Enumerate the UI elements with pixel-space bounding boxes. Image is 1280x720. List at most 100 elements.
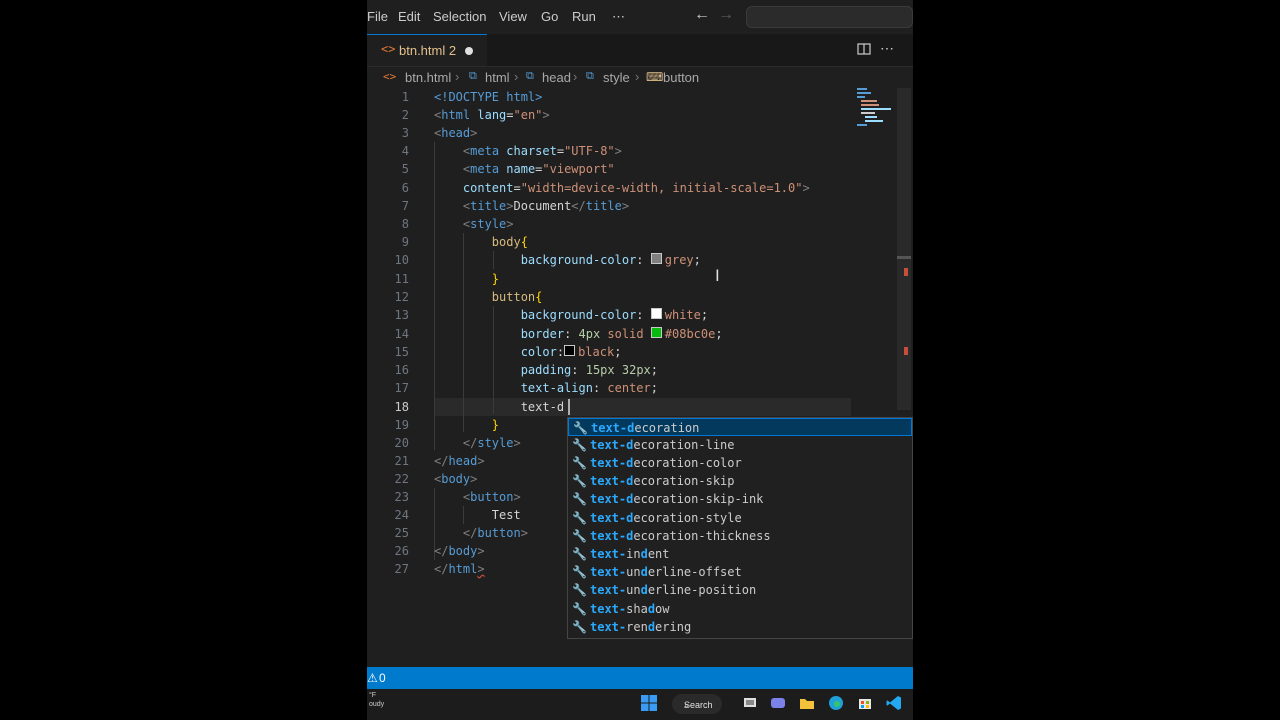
line-number: 27 xyxy=(394,562,409,576)
split-editor-icon[interactable] xyxy=(857,42,871,59)
code-line: </button> xyxy=(462,526,528,540)
code-line: </style> xyxy=(462,436,521,450)
code-line: <title>Document</title> xyxy=(462,199,630,213)
suggestion-item[interactable]: 🔧 text-decoration-thickness xyxy=(568,527,912,545)
code-line: body{ xyxy=(491,235,528,249)
wrench-icon: 🔧 xyxy=(572,583,587,597)
line-number: 18 xyxy=(394,400,409,414)
wrench-icon: 🔧 xyxy=(572,620,587,634)
line-number: 2 xyxy=(401,108,409,122)
suggestion-item[interactable]: 🔧 text-decoration-line xyxy=(568,436,912,454)
suggestion-item[interactable]: 🔧 text-decoration-style xyxy=(568,509,912,527)
code-line: button{ xyxy=(491,290,543,304)
menu-run[interactable]: Run xyxy=(572,9,596,24)
edge-browser-icon[interactable] xyxy=(827,694,847,714)
scroll-thumb[interactable] xyxy=(897,256,911,259)
code-line-active[interactable]: text-d xyxy=(434,398,564,416)
file-explorer-icon[interactable] xyxy=(798,694,818,714)
vscode-taskbar-icon[interactable] xyxy=(885,694,905,714)
wrench-icon: 🔧 xyxy=(573,421,588,435)
chevron-right-icon: › xyxy=(455,69,460,84)
code-line: padding: 15px 32px; xyxy=(520,363,659,377)
forward-arrow-icon[interactable]: → xyxy=(718,6,734,24)
code-line: <body> xyxy=(434,472,478,486)
breadcrumb-file[interactable]: btn.html xyxy=(405,70,451,85)
warning-count[interactable]: 0 xyxy=(379,671,386,685)
color-swatch[interactable] xyxy=(650,253,662,264)
line-number: 16 xyxy=(394,363,409,377)
back-arrow-icon[interactable]: ← xyxy=(694,6,710,24)
line-number: 23 xyxy=(394,490,409,504)
menu-edit[interactable]: Edit xyxy=(398,9,420,24)
autocomplete-suggestions: 🔧 text-decoration 🔧 text-decoration-line 🔧… xyxy=(567,417,913,639)
menu-view[interactable]: View xyxy=(499,9,527,24)
code-line: <style> xyxy=(462,217,514,231)
minimap[interactable] xyxy=(855,88,897,148)
line-number: 26 xyxy=(394,544,409,558)
line-number: 7 xyxy=(401,199,409,213)
wrench-icon: 🔧 xyxy=(572,456,587,470)
menu-selection[interactable]: Selection xyxy=(433,9,486,24)
code-line: border: 4px solid #08bc0e; xyxy=(520,327,723,341)
suggestion-item[interactable]: 🔧 text-indent xyxy=(568,545,912,563)
vscode-window: File Edit Selection View Go Run ⋯ ← → <>… xyxy=(367,0,913,720)
unsaved-dot-icon[interactable] xyxy=(465,47,473,55)
suggestion-item[interactable]: 🔧 text-decoration-skip-ink xyxy=(568,490,912,508)
line-number: 8 xyxy=(401,217,409,231)
more-actions-icon[interactable]: ⋯ xyxy=(880,40,894,57)
code-line: text-align: center; xyxy=(520,381,658,395)
suggestion-item[interactable]: 🔧 text-shadow xyxy=(568,600,912,618)
chevron-right-icon: › xyxy=(635,69,640,84)
menu-more[interactable]: ⋯ xyxy=(612,9,625,25)
warning-icon[interactable]: ⚠ xyxy=(367,671,378,685)
vertical-scrollbar[interactable] xyxy=(897,88,911,410)
suggestion-item[interactable]: 🔧 text-decoration-color xyxy=(568,454,912,472)
line-number: 1 xyxy=(401,90,409,104)
suggestion-item[interactable]: 🔧 text-rendering xyxy=(568,618,912,636)
color-swatch[interactable] xyxy=(564,345,576,356)
text-cursor xyxy=(568,399,570,415)
mouse-ibeam-icon: I xyxy=(715,266,720,285)
code-line: </body> xyxy=(434,544,485,558)
suggestion-item[interactable]: 🔧 text-decoration xyxy=(568,418,912,436)
breadcrumb-style[interactable]: style xyxy=(603,70,630,85)
code-line: <meta charset="UTF-8"> xyxy=(462,144,622,158)
taskbar-search[interactable]: ⌕ Search xyxy=(672,694,722,714)
suggestion-item[interactable]: 🔧 text-underline-offset xyxy=(568,563,912,581)
wrench-icon: 🔧 xyxy=(572,438,587,452)
breadcrumb-html[interactable]: html xyxy=(485,70,510,85)
code-line: background-color: white; xyxy=(520,308,709,322)
color-swatch[interactable] xyxy=(650,308,662,319)
code-line: <button> xyxy=(462,490,521,504)
tab-btn-html[interactable]: <> btn.html 2 xyxy=(367,34,487,66)
element-icon: ⧉ xyxy=(469,70,477,82)
line-number: 9 xyxy=(401,235,409,249)
store-icon[interactable] xyxy=(856,694,876,714)
chevron-right-icon: › xyxy=(514,69,519,84)
wrench-icon: 🔧 xyxy=(572,565,587,579)
breadcrumb-button[interactable]: button xyxy=(663,70,699,85)
line-number: 25 xyxy=(394,526,409,540)
suggestion-item[interactable]: 🔧 text-underline-position xyxy=(568,581,912,599)
html-file-icon: <> xyxy=(383,70,397,83)
menu-file[interactable]: File xyxy=(367,9,388,24)
line-number: 21 xyxy=(394,454,409,468)
code-line: Test xyxy=(491,508,521,522)
weather-widget[interactable]: °F oudy xyxy=(369,691,384,709)
task-view-icon[interactable] xyxy=(741,694,761,714)
color-swatch[interactable] xyxy=(650,327,662,338)
breadcrumb-head[interactable]: head xyxy=(542,70,571,85)
tab-label: btn.html 2 xyxy=(399,43,457,58)
command-center-search[interactable] xyxy=(746,6,913,28)
wrench-icon: 🔧 xyxy=(572,529,587,543)
line-number: 12 xyxy=(394,290,409,304)
line-number: 11 xyxy=(394,272,409,286)
status-bar: ⚠ 0 xyxy=(367,667,913,689)
teams-chat-icon[interactable] xyxy=(769,694,789,714)
suggestion-item[interactable]: 🔧 text-decoration-skip xyxy=(568,472,912,490)
error-marker xyxy=(904,347,908,355)
wrench-icon: 🔧 xyxy=(572,474,587,488)
code-line: </head> xyxy=(434,454,485,468)
windows-start-icon[interactable] xyxy=(640,694,660,714)
menu-go[interactable]: Go xyxy=(541,9,558,24)
